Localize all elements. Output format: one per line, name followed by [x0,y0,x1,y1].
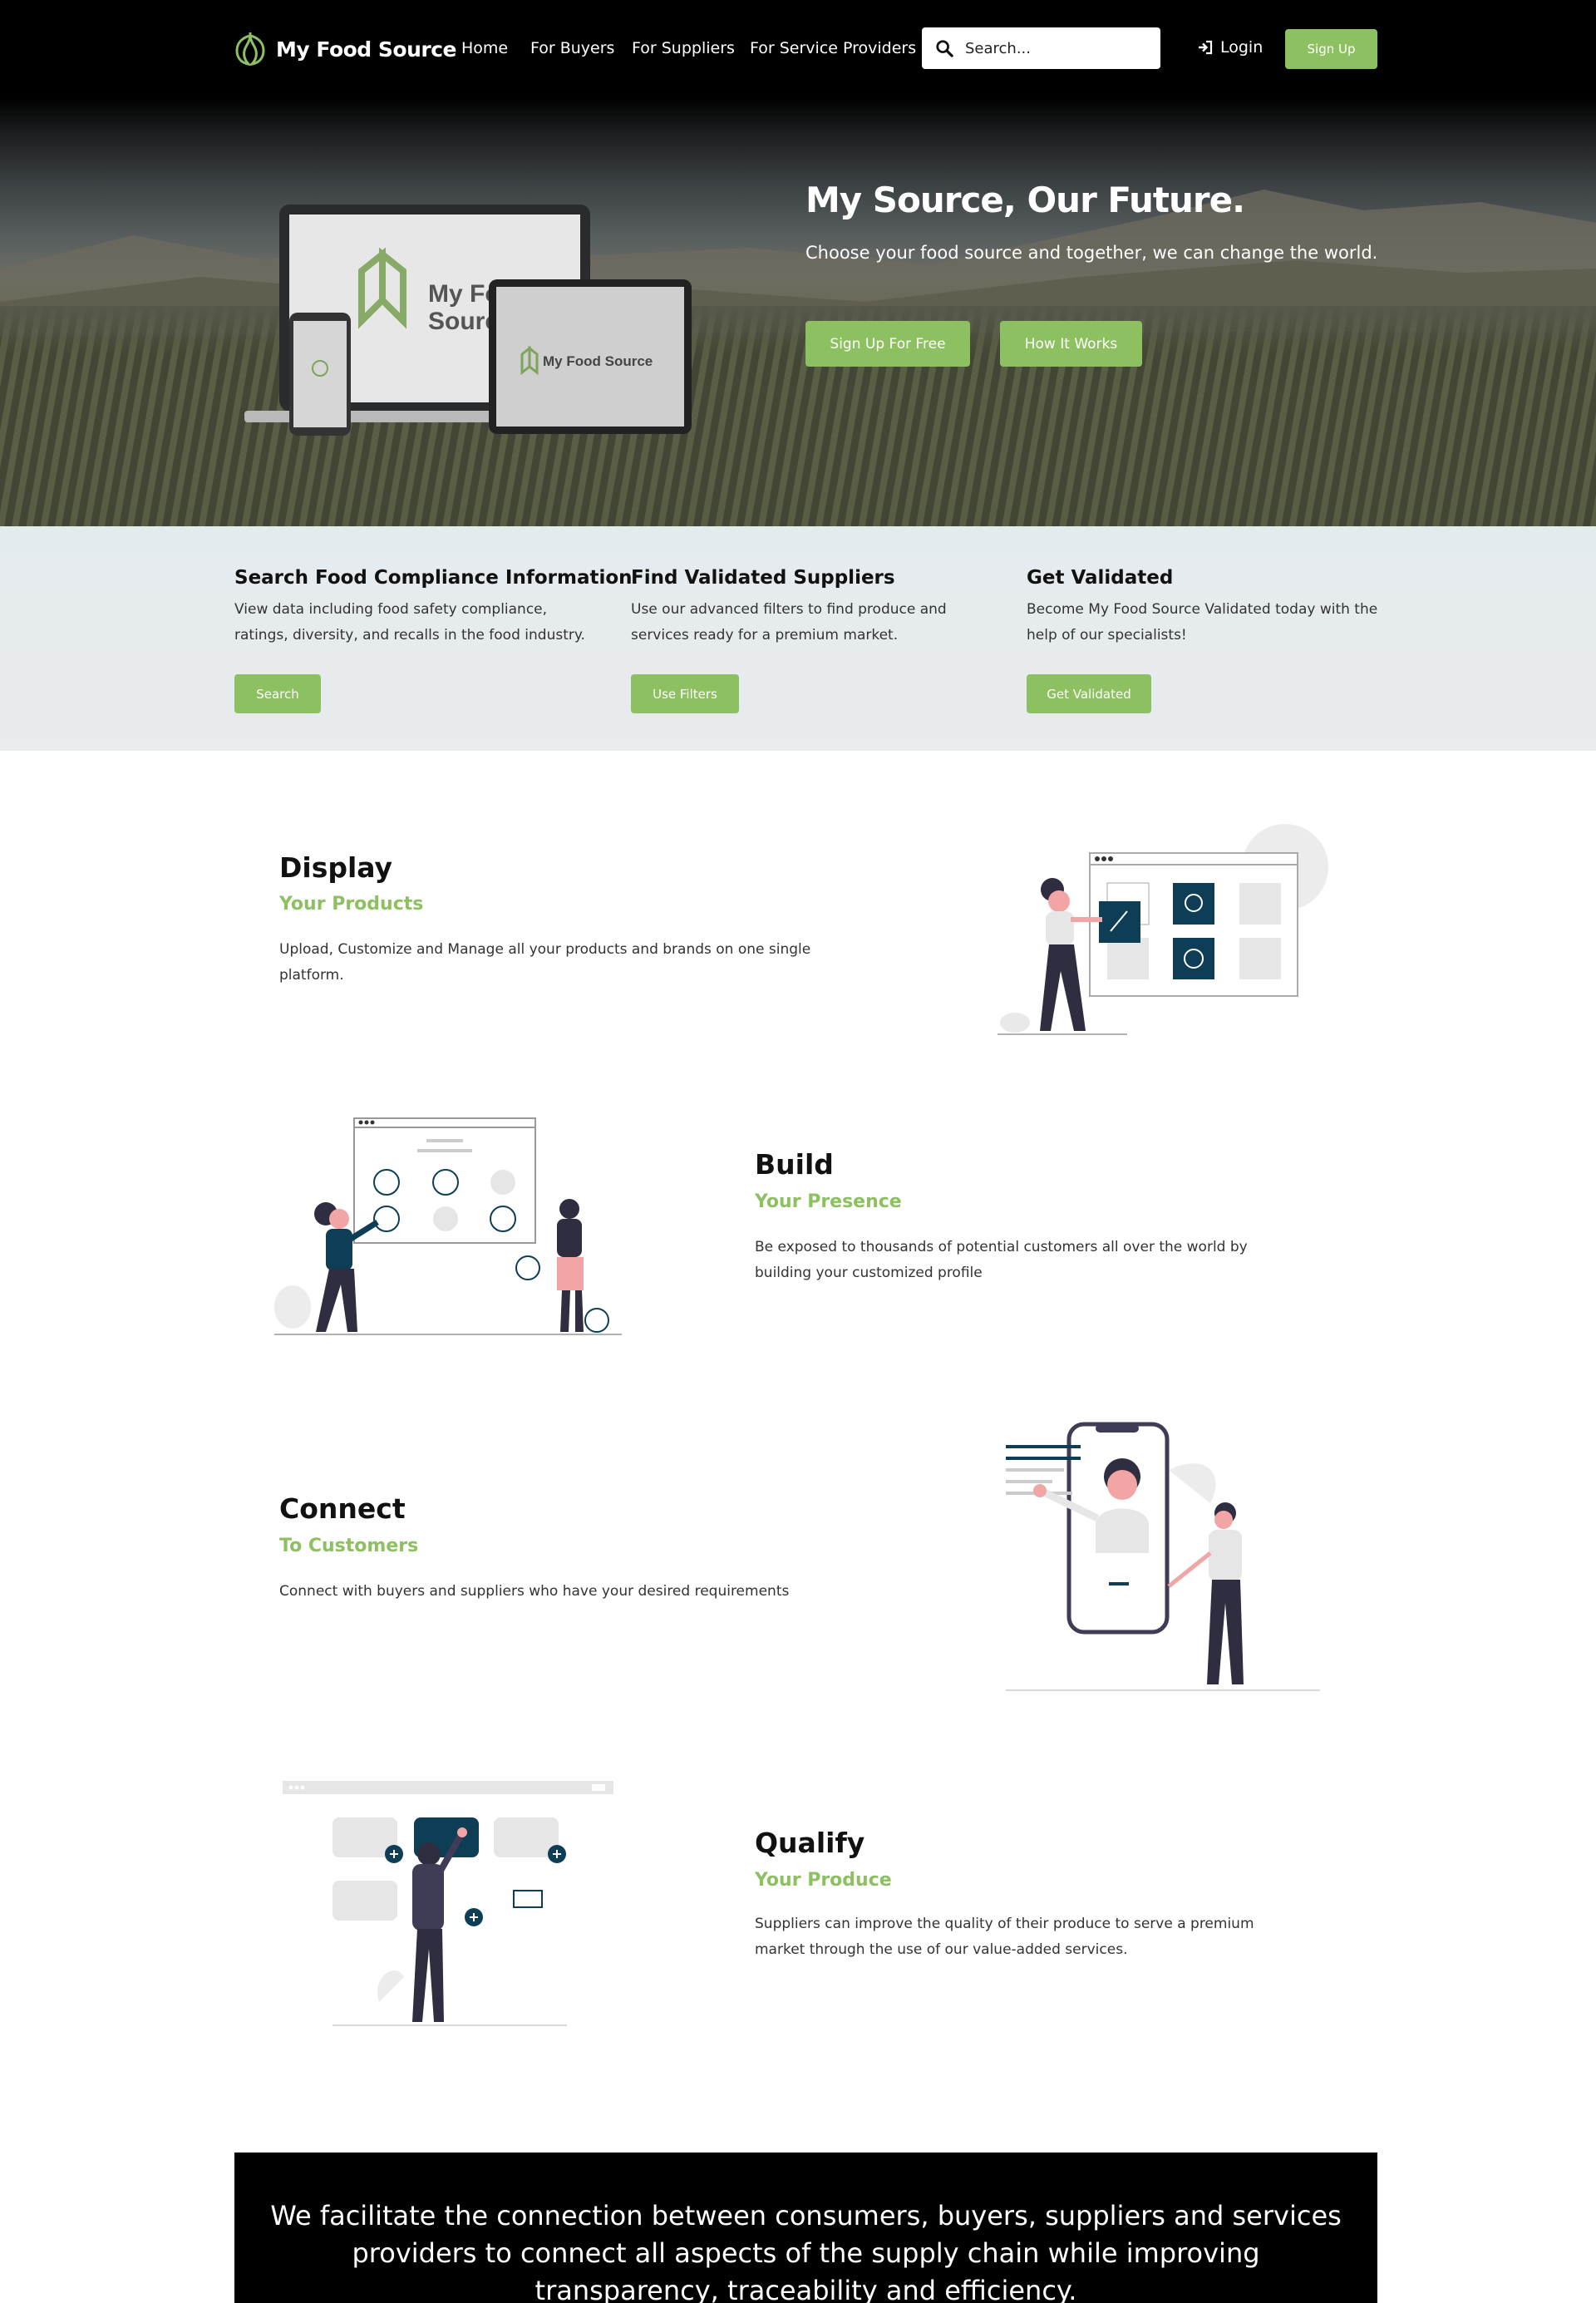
nav-link-home[interactable]: Home [461,39,508,57]
section-build-text: Be exposed to thousands of potential cus… [755,1239,1248,1281]
nav-link-for-buyers[interactable]: For Buyers [530,39,614,57]
site-logo[interactable]: My Food Source [233,31,456,67]
feature-title: Search Food Compliance Information [234,567,633,589]
use-filters-button[interactable]: Use Filters [631,674,739,713]
leaf-logo-icon [235,32,265,67]
display-products-illustration [998,824,1328,1035]
feature-title: Get Validated [1027,567,1174,589]
feature-get-validated: Get Validated Become My Food Source Vali… [1027,567,1392,648]
build-presence-illustration [274,1117,622,1335]
section-qualify-title: Qualify [755,1827,865,1859]
section-qualify-text: Suppliers can improve the quality of the… [755,1916,1254,1958]
hero-section: My Food Source My Food Source My Source,… [0,98,1596,526]
feature-find-suppliers: Find Validated Suppliers Use our advance… [631,567,997,648]
section-qualify-subtitle: Your Produce [755,1870,892,1891]
section-connect-title: Connect [279,1492,406,1525]
signup-free-button[interactable]: Sign Up For Free [805,321,970,367]
section-connect-text: Connect with buyers and suppliers who ha… [279,1583,790,1600]
how-it-works-button[interactable]: How It Works [1000,321,1142,367]
login-label: Login [1220,38,1264,57]
feature-text: View data including food safety complian… [234,601,585,644]
hero-title: My Source, Our Future. [805,180,1245,220]
section-display-title: Display [279,851,393,884]
nav-link-for-suppliers[interactable]: For Suppliers [632,39,735,57]
feature-title: Find Validated Suppliers [631,567,895,589]
search-icon[interactable] [935,39,953,57]
sign-in-icon [1199,40,1213,55]
mission-banner: We facilitate the connection between con… [234,2153,1377,2303]
feature-text: Become My Food Source Validated today wi… [1027,601,1378,644]
devices-mockup-image: My Food Source My Food Source [244,205,692,436]
section-display-text: Upload, Customize and Manage all your pr… [279,941,811,984]
get-validated-button[interactable]: Get Validated [1027,674,1151,713]
signup-button[interactable]: Sign Up [1285,29,1377,69]
section-build-subtitle: Your Presence [755,1191,902,1212]
login-link[interactable]: Login [1197,38,1263,57]
search-button[interactable]: Search [234,674,321,713]
section-connect-subtitle: To Customers [279,1536,419,1556]
tablet-logo-text: My Food Source [543,353,653,369]
section-display-subtitle: Your Products [279,894,424,915]
logo-text: My Food Source [276,37,456,62]
qualify-produce-illustration [283,1781,613,2026]
feature-search-compliance: Search Food Compliance Information View … [234,567,633,648]
search-box [922,27,1160,69]
search-input[interactable] [965,39,1131,57]
nav-link-for-service-providers[interactable]: For Service Providers [750,39,916,57]
feature-text: Use our advanced filters to find produce… [631,601,947,644]
hero-subtitle: Choose your food source and together, we… [805,243,1378,263]
features-band: Search Food Compliance Information View … [0,526,1596,751]
mission-statement: We facilitate the connection between con… [270,2200,1342,2303]
top-navbar: My Food Source Home For Buyers For Suppl… [0,0,1596,98]
section-build-title: Build [755,1148,834,1181]
connect-customers-illustration [1006,1422,1320,1691]
